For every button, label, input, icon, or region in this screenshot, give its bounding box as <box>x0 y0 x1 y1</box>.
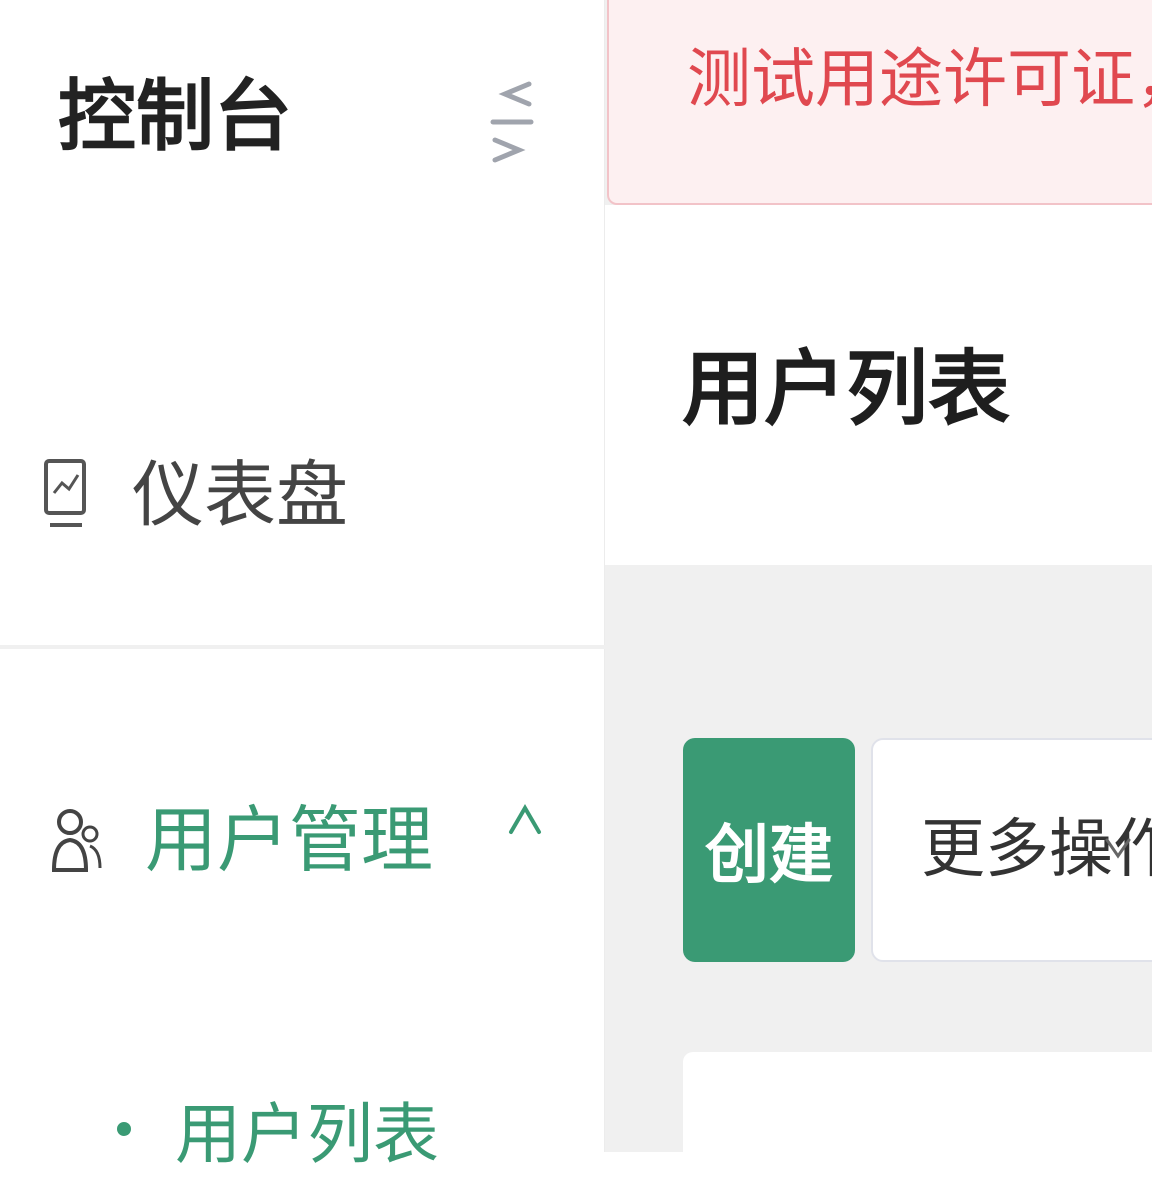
page-title: 用户列表 <box>682 342 1011 437</box>
table-card <box>683 1052 1152 1152</box>
divider <box>0 645 605 649</box>
console-title: 控制台 <box>58 72 293 162</box>
create-button[interactable]: 创建 <box>683 738 855 962</box>
page-header: 用户列表 <box>605 205 1152 565</box>
more-actions-dropdown[interactable]: 更多操作 <box>871 738 1152 962</box>
collapse-sidebar-icon[interactable] <box>485 72 539 172</box>
sidebar-item-label: 用户管理 <box>145 798 434 882</box>
chevron-up-icon[interactable] <box>505 800 545 840</box>
chevron-down-icon <box>1105 838 1131 859</box>
sidebar: 控制台 仪表盘 用户管理 用户列表 <box>0 0 605 1173</box>
active-dot <box>117 1122 131 1136</box>
dashboard-icon <box>44 459 86 527</box>
users-icon <box>51 809 102 872</box>
sidebar-subitem-label: 用户列表 <box>175 1096 439 1173</box>
sidebar-item-label: 仪表盘 <box>132 453 349 537</box>
sidebar-item-dashboard[interactable]: 仪表盘 <box>0 415 605 575</box>
sidebar-item-user-management[interactable]: 用户管理 <box>0 760 605 920</box>
license-warning-banner: 测试用途许可证，本许可证 <box>607 0 1152 205</box>
license-warning-text: 测试用途许可证，本许可证 <box>687 43 1152 117</box>
main-content: 测试用途许可证，本许可证 用户列表 创建 更多操作 <box>605 0 1152 1152</box>
